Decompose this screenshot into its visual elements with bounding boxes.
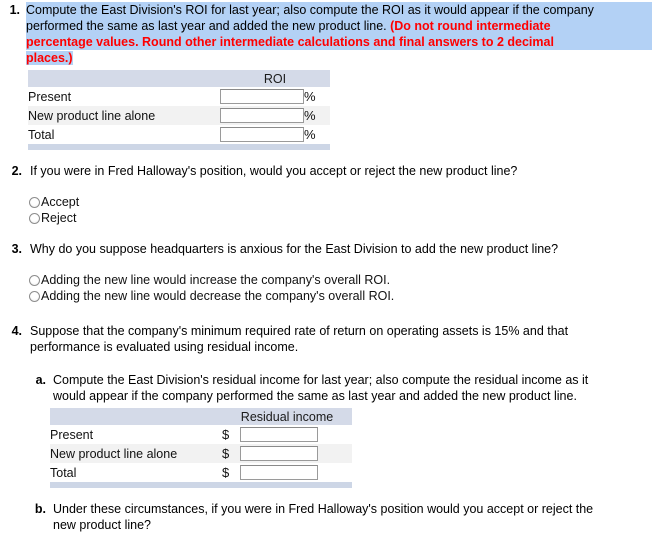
question-3-options: Adding the new line would increase the c…	[29, 272, 394, 304]
question-4-part-b-line-1: Under these circumstances, if you were i…	[53, 502, 594, 516]
question-4-part-a-letter: a.	[35, 373, 46, 387]
question-3-option-decrease[interactable]: Adding the new line would decrease the c…	[29, 288, 394, 304]
residual-table-footer-bar	[50, 482, 353, 488]
question-1-line-3-emphasis: percentage values. Round other intermedi…	[26, 34, 652, 50]
question-4-part-b-line-2: new product line?	[53, 518, 151, 532]
worksheet-page: 1. Compute the East Division's ROI for l…	[0, 0, 652, 548]
residual-row-label-present: Present	[50, 425, 222, 444]
question-4-part-a: a. Compute the East Division's residual …	[32, 372, 642, 404]
question-2-option-accept[interactable]: Accept	[29, 194, 79, 210]
roi-row-label-present: Present	[28, 87, 220, 106]
residual-table-header-spacer	[50, 408, 222, 425]
roi-input-present[interactable]	[220, 89, 304, 104]
question-4-part-b: b. Under these circumstances, if you wer…	[32, 501, 642, 533]
radio-button-icon[interactable]	[29, 196, 40, 208]
residual-table-row-present: Present $	[50, 425, 353, 444]
roi-table-row-total: Total %	[28, 125, 331, 144]
roi-table-footer-row	[28, 144, 331, 150]
question-1-line-2-emphasis: (Do not round intermediate	[390, 19, 551, 33]
question-4-line-1: Suppose that the company's minimum requi…	[30, 324, 569, 338]
question-2: 2. If you were in Fred Halloway's positi…	[8, 163, 648, 179]
residual-row-label-new-product-line: New product line alone	[50, 444, 222, 463]
question-2-option-reject[interactable]: Reject	[29, 210, 79, 226]
question-3-option-increase[interactable]: Adding the new line would increase the c…	[29, 272, 394, 288]
question-1: 1. Compute the East Division's ROI for l…	[0, 2, 652, 66]
question-4-part-b-text: Under these circumstances, if you were i…	[53, 501, 642, 533]
question-2-option-reject-label: Reject	[41, 211, 77, 225]
roi-table-row-new-product-line: New product line alone %	[28, 106, 331, 125]
residual-currency-total: $	[222, 463, 240, 482]
question-3-option-decrease-label: Adding the new line would decrease the c…	[41, 289, 395, 303]
roi-input-total[interactable]	[220, 127, 304, 142]
roi-table-footer-bar	[28, 144, 331, 150]
residual-input-cell-total	[240, 463, 318, 482]
roi-input-cell-total	[220, 125, 304, 144]
residual-row-spacer-total	[318, 463, 353, 482]
radio-button-icon[interactable]	[29, 274, 40, 286]
roi-row-label-total: Total	[28, 125, 220, 144]
question-2-text: If you were in Fred Halloway's position,…	[30, 164, 518, 178]
roi-table-header-spacer	[28, 70, 220, 87]
roi-row-label-new-product-line: New product line alone	[28, 106, 220, 125]
residual-currency-present: $	[222, 425, 240, 444]
question-3-number: 3.	[11, 242, 22, 256]
roi-table: ROI Present % New product line alone % T…	[28, 70, 331, 150]
roi-unit-total: %	[304, 125, 331, 144]
residual-input-present[interactable]	[240, 427, 318, 442]
radio-button-icon[interactable]	[29, 212, 40, 224]
residual-table-header-row: Residual income	[50, 408, 353, 425]
residual-input-cell-new-product-line	[240, 444, 318, 463]
question-3-option-increase-label: Adding the new line would increase the c…	[41, 273, 391, 287]
roi-table-header-label: ROI	[263, 71, 287, 86]
residual-input-cell-present	[240, 425, 318, 444]
question-2-number: 2.	[11, 164, 22, 178]
question-3: 3. Why do you suppose headquarters is an…	[8, 241, 648, 257]
residual-table-row-new-product-line: New product line alone $	[50, 444, 353, 463]
roi-input-cell-present	[220, 87, 304, 106]
residual-row-spacer-new-product-line	[318, 444, 353, 463]
question-1-line-1: Compute the East Division's ROI for last…	[26, 2, 652, 18]
residual-table-row-total: Total $	[50, 463, 353, 482]
residual-row-label-total: Total	[50, 463, 222, 482]
radio-button-icon[interactable]	[29, 290, 40, 302]
residual-income-table: Residual income Present $ New product li…	[50, 408, 353, 488]
question-3-text: Why do you suppose headquarters is anxio…	[30, 242, 559, 256]
question-4-part-a-text: Compute the East Division's residual inc…	[53, 372, 642, 404]
question-4-part-a-line-2: would appear if the company performed th…	[53, 389, 577, 403]
roi-unit-present: %	[304, 87, 331, 106]
residual-table-footer-row	[50, 482, 353, 488]
question-4-part-a-line-1: Compute the East Division's residual inc…	[53, 373, 589, 387]
question-1-line-2-plain: performed the same as last year and adde…	[26, 19, 391, 33]
question-2-options: Accept Reject	[29, 194, 79, 226]
roi-input-cell-new-product-line	[220, 106, 304, 125]
question-1-number: 1.	[9, 3, 20, 17]
residual-row-spacer-present	[318, 425, 353, 444]
question-1-line-4-emphasis: places.)	[26, 51, 73, 65]
roi-table-row-present: Present %	[28, 87, 331, 106]
question-4-part-b-letter: b.	[34, 502, 46, 516]
question-1-line-2: performed the same as last year and adde…	[26, 18, 652, 34]
roi-input-new-product-line[interactable]	[220, 108, 304, 123]
question-4-line-2: performance is evaluated using residual …	[30, 340, 299, 354]
residual-table-header-label: Residual income	[240, 409, 334, 424]
question-1-text: Compute the East Division's ROI for last…	[26, 2, 652, 66]
question-4: 4. Suppose that the company's minimum re…	[8, 323, 638, 355]
question-4-text: Suppose that the company's minimum requi…	[30, 323, 638, 355]
residual-input-total[interactable]	[240, 465, 318, 480]
roi-unit-new-product-line: %	[304, 106, 331, 125]
residual-input-new-product-line[interactable]	[240, 446, 318, 461]
residual-currency-new-product-line: $	[222, 444, 240, 463]
question-4-number: 4.	[11, 324, 22, 338]
question-2-option-accept-label: Accept	[41, 195, 80, 209]
roi-table-header-row: ROI	[28, 70, 331, 87]
